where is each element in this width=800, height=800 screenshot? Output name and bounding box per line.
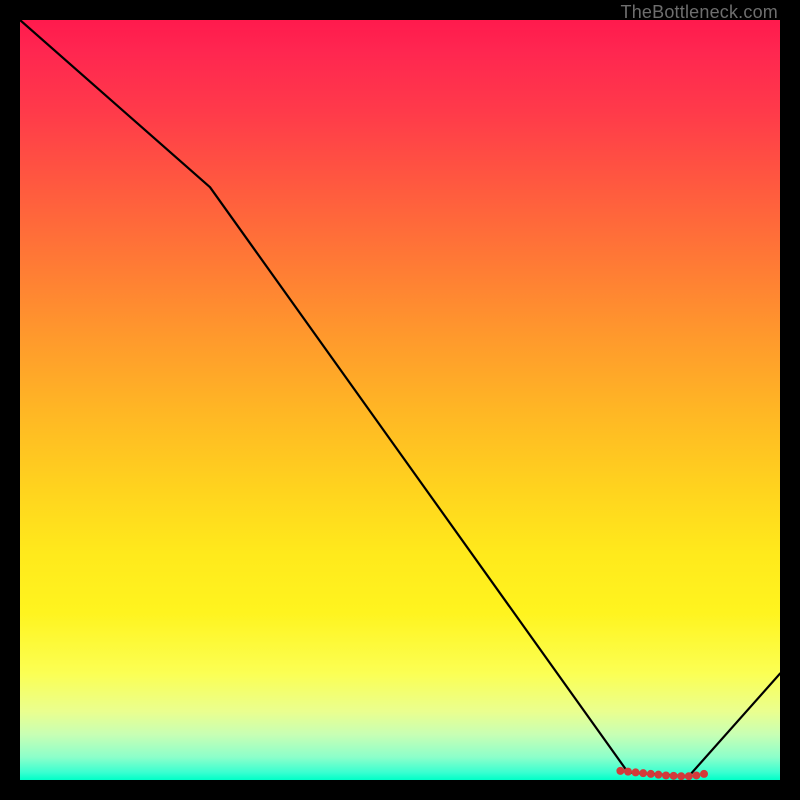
chart-container: TheBottleneck.com <box>0 0 800 800</box>
plot-area <box>20 20 780 780</box>
watermark-text: TheBottleneck.com <box>621 2 778 23</box>
